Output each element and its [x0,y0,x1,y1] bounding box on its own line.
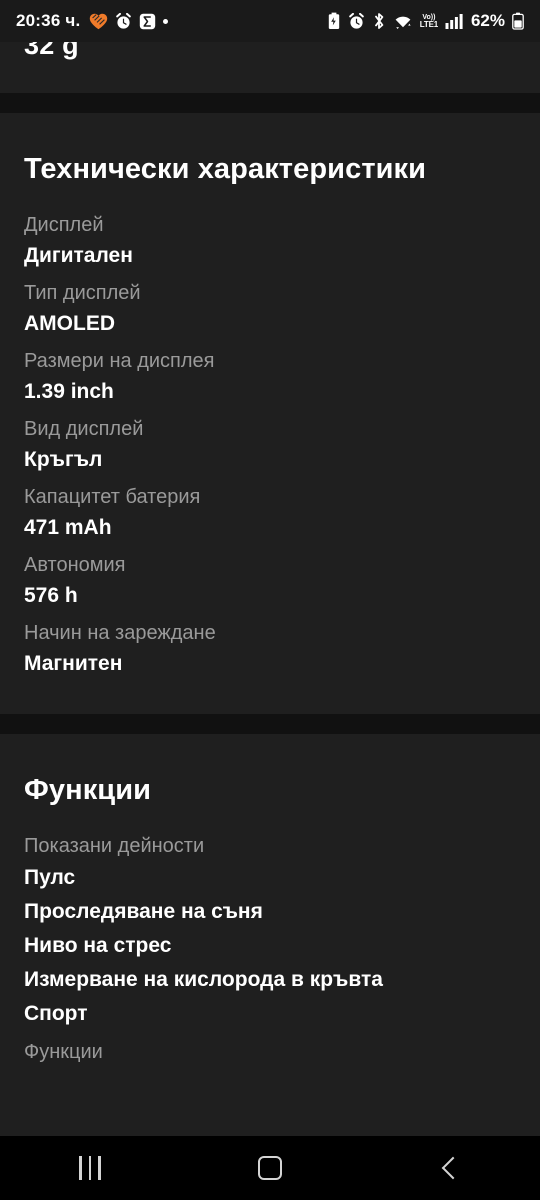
spec-label: Дисплей [24,214,104,236]
recents-button[interactable] [30,1136,150,1200]
dot-icon [163,18,169,24]
battery-percent-label: 62% [470,11,505,30]
heart-stripes-icon [89,13,108,30]
page-title: Технически характеристики [24,153,427,185]
section-divider [0,93,540,113]
lte-label: LTE1 [419,19,438,29]
spec-row-battery-capacity: Капацитет батерия 471 mAh [0,482,540,545]
spec-value: AMOLED [24,312,115,336]
activities-label: Показани дейности [24,834,205,857]
list-item: Пулс [24,865,76,889]
alarm-icon [115,12,132,30]
spec-label: Капацитет батерия [24,485,201,508]
page-content[interactable]: 32 g Технически характеристики Дисплей Д… [0,42,540,1200]
functions-section: Функции Показани дейности Пулс Проследяв… [0,733,540,1067]
section-divider [0,713,540,734]
android-navigation-bar [0,1136,540,1200]
functions-sub-label: Функции [24,1040,103,1063]
home-button[interactable] [210,1136,330,1200]
list-item: Ниво на стрес [24,933,172,957]
spec-label: Вид дисплей [24,417,144,440]
bluetooth-icon [372,12,386,30]
spec-row-display: Дисплей Дигитален [0,210,540,273]
home-icon [258,1156,282,1180]
clipped-spec-value-row: 32 g [0,42,540,93]
clipped-spec-value: 32 g [24,42,79,60]
spec-value: Кръгъл [24,448,103,472]
status-bar-left: 20:36 ч. [16,11,169,31]
spec-value: Дигитален [24,244,133,268]
signal-bars-icon [445,13,463,30]
phone-screen: 20:36 ч. Vo)) LTE1 62% 32 g Технически х… [0,0,540,1200]
spec-value: 471 mAh [24,516,112,540]
spec-row-display-shape: Вид дисплей Кръгъл [0,414,540,477]
status-bar-clock: 20:36 ч. [16,11,81,30]
spec-row-charging-method: Начин на зареждане Магнитен [0,618,540,681]
list-item: Проследяване на съня [24,899,263,923]
spec-label: Автономия [24,553,126,576]
sigma-icon [139,13,156,30]
list-item: Спорт [24,1001,88,1025]
back-icon [441,1156,464,1180]
spec-row-autonomy: Автономия 576 h [0,550,540,613]
wifi-icon [393,13,413,30]
recents-icon [79,1156,101,1180]
back-button[interactable] [390,1136,510,1200]
status-bar-right: Vo)) LTE1 62% [327,11,524,31]
functions-title: Функции [24,773,152,806]
volte-lte-indicator: Vo)) LTE1 [420,14,438,29]
list-item: Измерване на кислорода в кръвта [24,967,383,991]
spec-row-display-type: Тип дисплей AMOLED [0,278,540,341]
spec-value: 576 h [24,584,78,608]
spec-value: 1.39 inch [24,380,114,404]
technical-specifications-section: Технически характеристики Дисплей Дигита… [0,113,540,714]
spec-value: Магнитен [24,652,123,676]
status-bar: 20:36 ч. Vo)) LTE1 62% [0,0,540,42]
spec-label: Размери на дисплея [24,349,215,372]
spec-label: Начин на зареждане [24,621,216,644]
battery-icon [512,12,524,30]
spec-label: Тип дисплей [24,281,141,304]
spec-row-display-size: Размери на дисплея 1.39 inch [0,346,540,409]
alarm-icon [348,12,365,30]
battery-saver-icon [327,12,341,30]
